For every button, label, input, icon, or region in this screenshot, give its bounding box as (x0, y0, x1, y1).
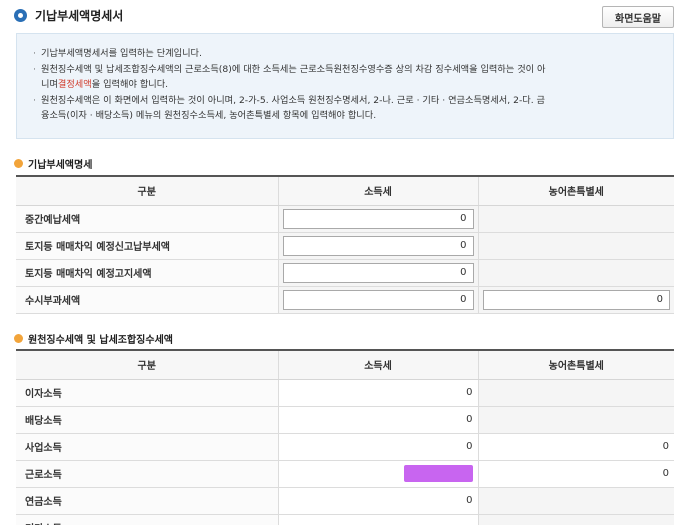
occasional-assessment-rural-tax-input[interactable] (482, 289, 670, 310)
table-row: 기타소득 (16, 514, 674, 525)
table-header-row: 구분 소득세 농어촌특별세 (16, 350, 674, 380)
row-label: 연금소득 (16, 487, 278, 515)
table-row: 배당소득 0 (16, 406, 674, 434)
row-label: 토지등 매매차익 예정신고납부세액 (16, 232, 278, 260)
income-tax-value: 0 (277, 406, 478, 434)
rural-tax-value: 0 (477, 433, 674, 461)
emphasis-text: 결정세액 (57, 79, 92, 90)
rural-tax-value (477, 379, 674, 407)
section-title-withholding: 원천징수세액 및 납세조합징수세액 (14, 331, 173, 346)
page-title: 기납부세액명세서 (14, 7, 123, 23)
income-tax-value: 0 (277, 487, 478, 515)
table-row: 토지등 매매차익 예정신고납부세액 (16, 232, 674, 260)
header-income-tax: 소득세 (277, 350, 478, 380)
land-sale-filed-income-tax-input[interactable] (282, 235, 474, 256)
income-tax-value (277, 514, 478, 525)
header-category: 구분 (16, 176, 278, 206)
income-tax-value: 0 (277, 433, 478, 461)
redacted-value (403, 465, 473, 482)
table-header-row: 구분 소득세 농어촌특별세 (16, 176, 674, 206)
help-button[interactable]: 화면도움말 (602, 6, 674, 28)
rural-tax-value (477, 406, 674, 434)
interim-prepaid-income-tax-input[interactable] (282, 208, 474, 229)
rural-tax-cell-empty (477, 205, 674, 233)
rural-tax-value (477, 514, 674, 525)
prepaid-tax-table: 구분 소득세 농어촌특별세 중간예납세액 토지등 매매차익 예정신고납부세액 토… (16, 175, 674, 314)
income-tax-value (277, 460, 478, 488)
header-category: 구분 (16, 350, 278, 380)
row-label: 근로소득 (16, 460, 278, 488)
table-row: 근로소득 0 (16, 460, 674, 488)
section-title-prepaid: 기납부세액명세 (14, 156, 92, 171)
header-rural-tax: 농어촌특별세 (477, 176, 674, 206)
info-line-1: 기납부세액명세서를 입력하는 단계입니다. (33, 46, 659, 62)
table-row: 이자소득 0 (16, 379, 674, 407)
row-label: 배당소득 (16, 406, 278, 434)
rural-tax-cell-empty (477, 259, 674, 287)
table-row: 사업소득 0 0 (16, 433, 674, 461)
table-row: 수시부과세액 (16, 286, 674, 314)
section-bullet-icon (14, 159, 23, 168)
row-label: 기타소득 (16, 514, 278, 525)
table-row: 토지등 매매차익 예정고지세액 (16, 259, 674, 287)
header-income-tax: 소득세 (277, 176, 478, 206)
withholding-tax-table: 구분 소득세 농어촌특별세 이자소득 0 배당소득 0 사업소득 0 0 근로소… (16, 349, 674, 525)
info-line-2: 원천징수세액 및 납세조합징수세액의 근로소득(8)에 대한 소득세는 근로소득… (33, 62, 659, 93)
header-rural-tax: 농어촌특별세 (477, 350, 674, 380)
rural-tax-value (477, 487, 674, 515)
land-sale-notice-income-tax-input[interactable] (282, 262, 474, 283)
rural-tax-value: 0 (477, 460, 674, 488)
row-label: 토지등 매매차익 예정고지세액 (16, 259, 278, 287)
table-row: 연금소득 0 (16, 487, 674, 515)
row-label: 수시부과세액 (16, 286, 278, 314)
row-label: 사업소득 (16, 433, 278, 461)
row-label: 중간예납세액 (16, 205, 278, 233)
title-bullet-icon (14, 8, 27, 22)
section-bullet-icon (14, 334, 23, 343)
row-label: 이자소득 (16, 379, 278, 407)
table-row: 중간예납세액 (16, 205, 674, 233)
income-tax-value: 0 (277, 379, 478, 407)
info-line-3: 원천징수세액은 이 화면에서 입력하는 것이 아니며, 2-가-5. 사업소득 … (33, 93, 659, 124)
info-box: 기납부세액명세서를 입력하는 단계입니다. 원천징수세액 및 납세조합징수세액의… (16, 33, 674, 139)
occasional-assessment-income-tax-input[interactable] (282, 289, 474, 310)
rural-tax-cell-empty (477, 232, 674, 260)
page-title-text: 기납부세액명세서 (35, 8, 124, 23)
